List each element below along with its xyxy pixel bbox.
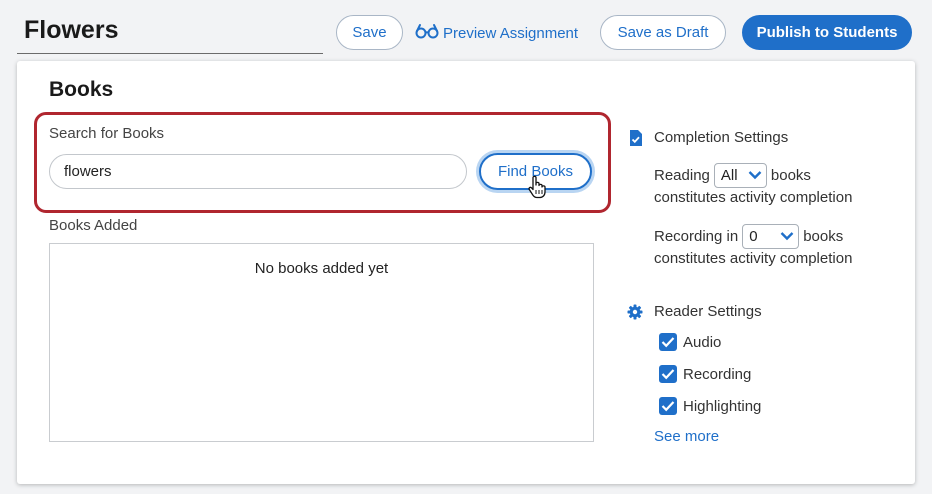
publish-button[interactable]: Publish to Students [742,15,912,50]
section-title: Books [49,78,114,101]
highlighting-checkbox[interactable] [659,397,677,415]
assignment-editor: Flowers Save Preview Assignment Save as … [0,0,932,494]
recording-description: constitutes activity completion [654,250,853,267]
hand-pointer-icon [527,175,547,199]
document-check-icon [627,129,643,146]
reading-books-select[interactable]: All [713,163,767,188]
recording-checkbox[interactable] [659,365,677,383]
recording-select-value: 0 [749,228,758,245]
empty-state-text: No books added yet [254,260,389,277]
recording-row: Recording in 0 books [654,224,843,249]
glasses-icon [415,23,439,43]
title-underline [17,53,323,54]
gear-icon [627,304,643,320]
preview-label: Preview Assignment [443,24,579,42]
highlighting-checkbox-row[interactable]: Highlighting [659,397,761,415]
reader-settings-header: Reader Settings [627,303,762,320]
reading-description: constitutes activity completion [654,189,853,206]
recording-prefix: Recording in [654,228,739,245]
audio-label: Audio [683,333,722,351]
audio-checkbox[interactable] [659,333,677,351]
books-card: Books Search for Books Find Books Books … [17,61,915,484]
reading-prefix: Reading [654,167,710,184]
reader-settings-title: Reader Settings [654,303,762,320]
search-label: Search for Books [49,125,165,142]
book-search-input[interactable] [49,154,467,189]
reading-suffix: books [770,167,811,184]
completion-settings-title: Completion Settings [654,129,789,146]
recording-checkbox-row[interactable]: Recording [659,365,751,383]
preview-assignment-link[interactable]: Preview Assignment [415,22,578,44]
chevron-down-icon [748,167,762,184]
checkmark-icon [661,401,675,412]
chevron-down-icon [780,228,794,245]
highlighting-label: Highlighting [683,397,762,415]
recording-books-select[interactable]: 0 [742,224,800,249]
checkmark-icon [661,337,675,348]
recording-label: Recording [683,365,752,383]
reading-row: Reading All books [654,163,811,188]
books-added-label: Books Added [49,217,138,234]
completion-settings-header: Completion Settings [627,129,788,146]
checkmark-icon [661,369,675,380]
see-more-link[interactable]: See more [654,428,719,445]
page-title[interactable]: Flowers [24,16,118,45]
save-draft-button[interactable]: Save as Draft [600,15,726,50]
recording-suffix: books [803,228,844,245]
books-added-list: No books added yet [49,243,594,442]
reading-select-value: All [720,167,738,184]
audio-checkbox-row[interactable]: Audio [659,333,721,351]
save-button[interactable]: Save [336,15,403,50]
